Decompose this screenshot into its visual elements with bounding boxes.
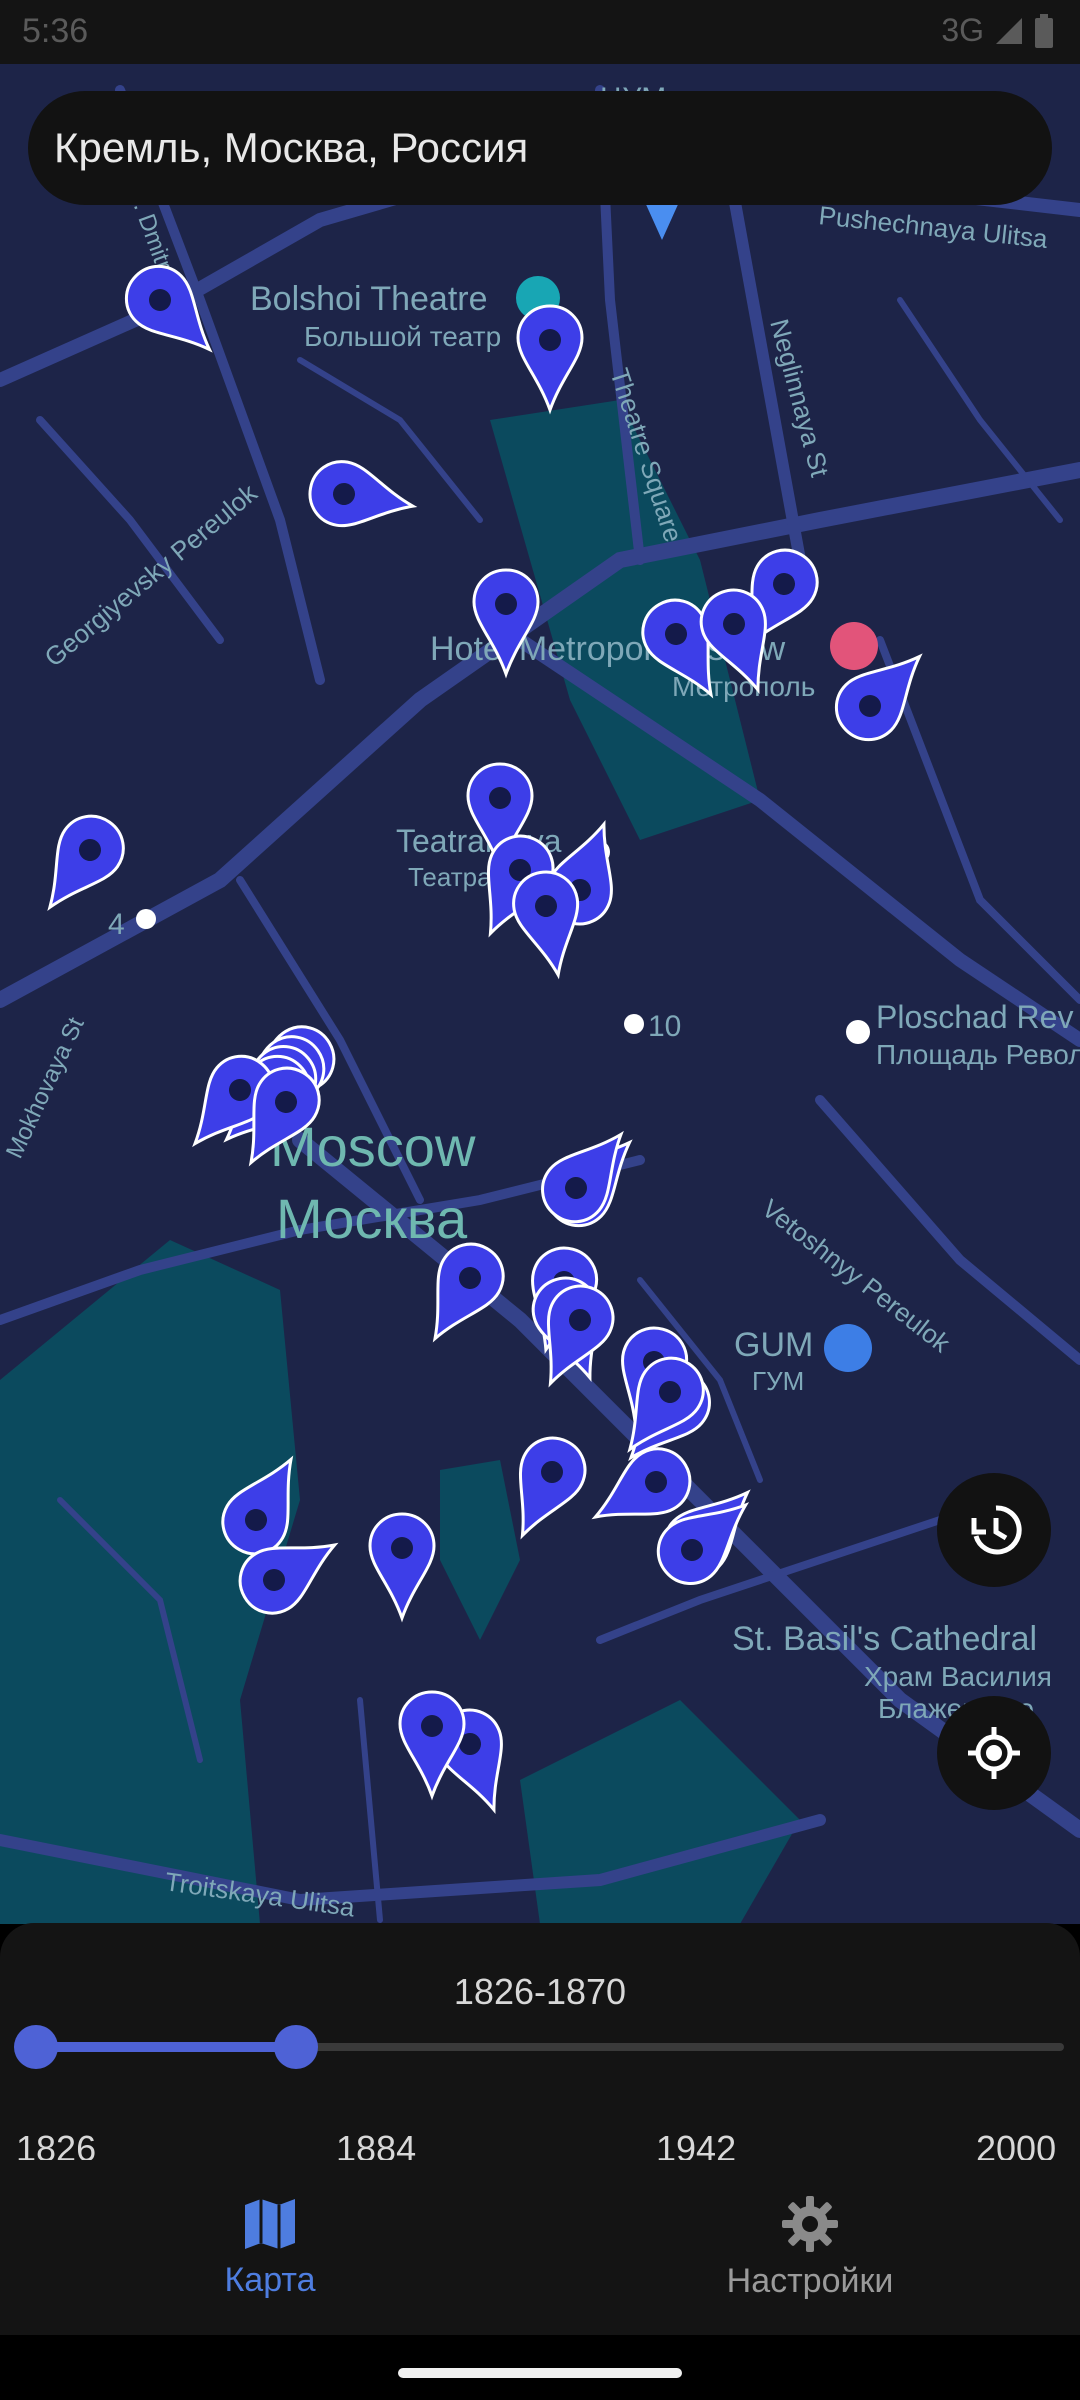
map-icon (245, 2199, 295, 2249)
label-georgiyevsky: Georgiyevsky Pereulok (39, 477, 264, 672)
status-time: 5:36 (22, 12, 89, 50)
map-pin-icon[interactable] (305, 457, 419, 538)
timeline-start-thumb[interactable] (14, 2025, 58, 2069)
map-pin-icon[interactable] (516, 304, 584, 415)
nav-label-settings: Настройки (726, 2262, 894, 2300)
history-button[interactable] (937, 1473, 1051, 1587)
nav-item-map[interactable]: Карта (0, 2160, 540, 2335)
status-bar: 5:36 3G (0, 0, 1080, 64)
map-view[interactable]: ЦУМ Pushechnaya Ulitsa Bolshoi Theatre Б… (0, 64, 1080, 1924)
search-result-pin-icon (644, 200, 680, 240)
nav-item-settings[interactable]: Настройки (540, 2160, 1080, 2335)
bottom-navigation: Карта Настройки (0, 2160, 1080, 2335)
label-bolshoi-en: Bolshoi Theatre (250, 280, 488, 318)
signal-icon (996, 17, 1022, 44)
map-pin-icon[interactable] (113, 253, 232, 372)
history-icon (971, 1505, 1022, 1555)
battery-icon (1035, 13, 1053, 48)
home-indicator[interactable] (398, 2368, 682, 2378)
label-ploschad-en: Ploschad Rev (876, 999, 1073, 1035)
label-gum-en: GUM (734, 1326, 813, 1364)
my-location-icon (968, 1727, 1020, 1779)
gear-icon (782, 2196, 838, 2252)
metro-icon (624, 1014, 644, 1034)
search-bar[interactable]: Кремль, Москва, Россия (28, 91, 1052, 205)
my-location-button[interactable] (937, 1696, 1051, 1810)
label-metro-10: 10 (648, 1010, 681, 1043)
metro-icon (136, 909, 156, 929)
label-stbasil-en: St. Basil's Cathedral (732, 1620, 1037, 1658)
metro-icon (846, 1020, 870, 1044)
network-type: 3G (941, 12, 984, 48)
map-pin-icon[interactable] (398, 1690, 466, 1801)
label-stbasil-ru-1: Храм Василия (864, 1661, 1052, 1692)
timeline-end-thumb[interactable] (273, 2025, 318, 2069)
map-pin-icon[interactable] (530, 1114, 646, 1235)
status-icons: 3G (941, 12, 1054, 49)
nav-label-map: Карта (224, 2261, 316, 2299)
map-canvas[interactable]: ЦУМ Pushechnaya Ulitsa Bolshoi Theatre Б… (0, 64, 1080, 1924)
label-bolshoi-ru: Большой театр (304, 321, 501, 352)
label-gum-ru: ГУМ (752, 1366, 804, 1396)
label-mokhovaya: Mokhovaya St (1, 1013, 90, 1163)
label-ploschad-ru: Площадь Револ (876, 1039, 1080, 1070)
timeline-slider-range (36, 2042, 296, 2052)
shopping-poi-icon (824, 1324, 872, 1372)
selected-range-label: 1826-1870 (453, 1971, 627, 2012)
map-pin-icon[interactable] (368, 1512, 436, 1623)
hotel-poi-icon (830, 622, 878, 670)
label-metro-4: 4 (108, 908, 125, 941)
search-input[interactable]: Кремль, Москва, Россия (54, 124, 528, 172)
label-moscow-ru: Москва (276, 1187, 468, 1250)
